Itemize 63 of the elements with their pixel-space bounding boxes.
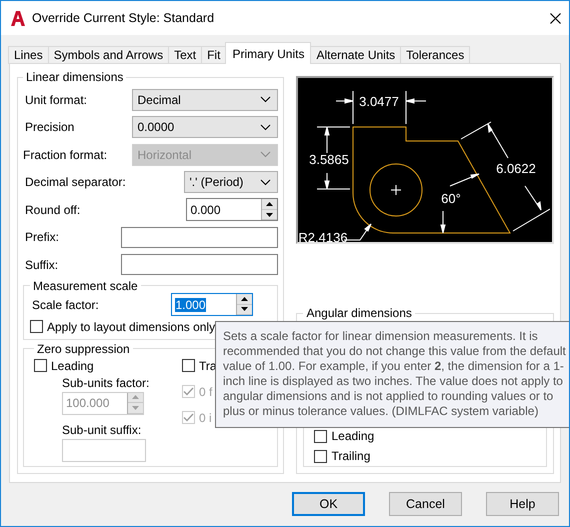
field-label: Sub-units factor: [62, 376, 150, 390]
input-field[interactable] [121, 254, 278, 276]
checkbox-label: Leading [331, 429, 374, 443]
group-title: Angular dimensions [305, 306, 413, 320]
field-label: Prefix: [25, 230, 60, 244]
field-label: Unit format: [25, 92, 88, 107]
checkbox-label: Trailing [331, 449, 370, 463]
spinner-field[interactable]: 1.000 [171, 293, 254, 316]
spin-down-button[interactable] [237, 304, 252, 315]
checkbox[interactable] [314, 430, 328, 442]
tab[interactable]: Tolerances [400, 46, 470, 64]
triangle-up-icon [266, 202, 274, 206]
check-icon [183, 387, 194, 396]
checkbox[interactable] [182, 359, 195, 372]
dropdown[interactable]: 0.0000 [132, 116, 278, 138]
tab[interactable]: Symbols and Arrows [48, 46, 170, 64]
checkbox[interactable] [314, 450, 328, 462]
input-field[interactable] [62, 438, 146, 462]
dimension-label: 60° [442, 191, 462, 206]
field-label: Round off: [25, 202, 80, 217]
close-icon[interactable] [550, 12, 561, 24]
spinner-field[interactable]: 0.000 [186, 198, 278, 222]
window-title: Override Current Style: Standard [32, 11, 216, 25]
chevron-down-icon [260, 96, 272, 104]
tooltip: Sets a scale factor for linear dimension measurements. It is recommended that you do not change this value from the default value of 1.00. For example, if you enter 2, the dimension for a 1- inch line is displayed as two inches. The value does not apply to angular dimensions and is not applied to rounding values or to plus or minus tolerance values. (DIMLFAC system variable) [215, 321, 569, 428]
chevron-down-icon [260, 151, 272, 158]
triangle-down-icon [266, 212, 274, 216]
dialog-button[interactable]: Cancel [389, 492, 462, 516]
dialog-button[interactable]: Help [486, 492, 559, 516]
tab[interactable]: Primary Units [225, 42, 312, 64]
triangle-down-icon [241, 307, 248, 312]
selected-text: 1.000 [175, 298, 206, 312]
dropdown[interactable]: Decimal [132, 88, 278, 111]
dimension-label: R2.4136 [298, 230, 348, 242]
check-icon [183, 413, 194, 422]
chevron-down-icon [260, 124, 272, 131]
tab[interactable]: Lines [8, 46, 49, 64]
dimension-label: 3.5865 [310, 152, 350, 167]
triangle-up-icon [241, 296, 248, 301]
checkbox-label: Apply to layout dimensions only [47, 320, 216, 334]
field-label: Suffix: [25, 258, 58, 272]
dimension-label: 6.0622 [496, 161, 536, 176]
group-title: Linear dimensions [25, 70, 124, 84]
checkbox-label: 0 f [199, 384, 212, 398]
field-label: Sub-unit suffix: [62, 422, 142, 436]
field-label: Fraction format: [23, 148, 108, 162]
app-logo-icon [11, 10, 25, 26]
group-title: Measurement scale [32, 278, 139, 292]
triangle-up-icon [132, 395, 139, 400]
checkbox-label: Leading [51, 358, 94, 372]
field-label: Precision [25, 120, 74, 134]
checkbox-label: 0 i [199, 410, 212, 424]
dimension-label: 3.0477 [360, 94, 400, 109]
triangle-down-icon [132, 406, 139, 410]
dropdown[interactable]: '.' (Period) [184, 171, 278, 194]
dialog-button[interactable]: OK [292, 492, 365, 516]
chevron-down-icon [260, 178, 272, 186]
group-title: Zero suppression [36, 342, 131, 356]
field-label: Decimal separator: [25, 175, 126, 190]
field-label: Scale factor: [32, 298, 99, 312]
checkbox[interactable] [34, 359, 47, 372]
input-field[interactable] [121, 226, 278, 248]
checkbox[interactable] [30, 320, 43, 333]
